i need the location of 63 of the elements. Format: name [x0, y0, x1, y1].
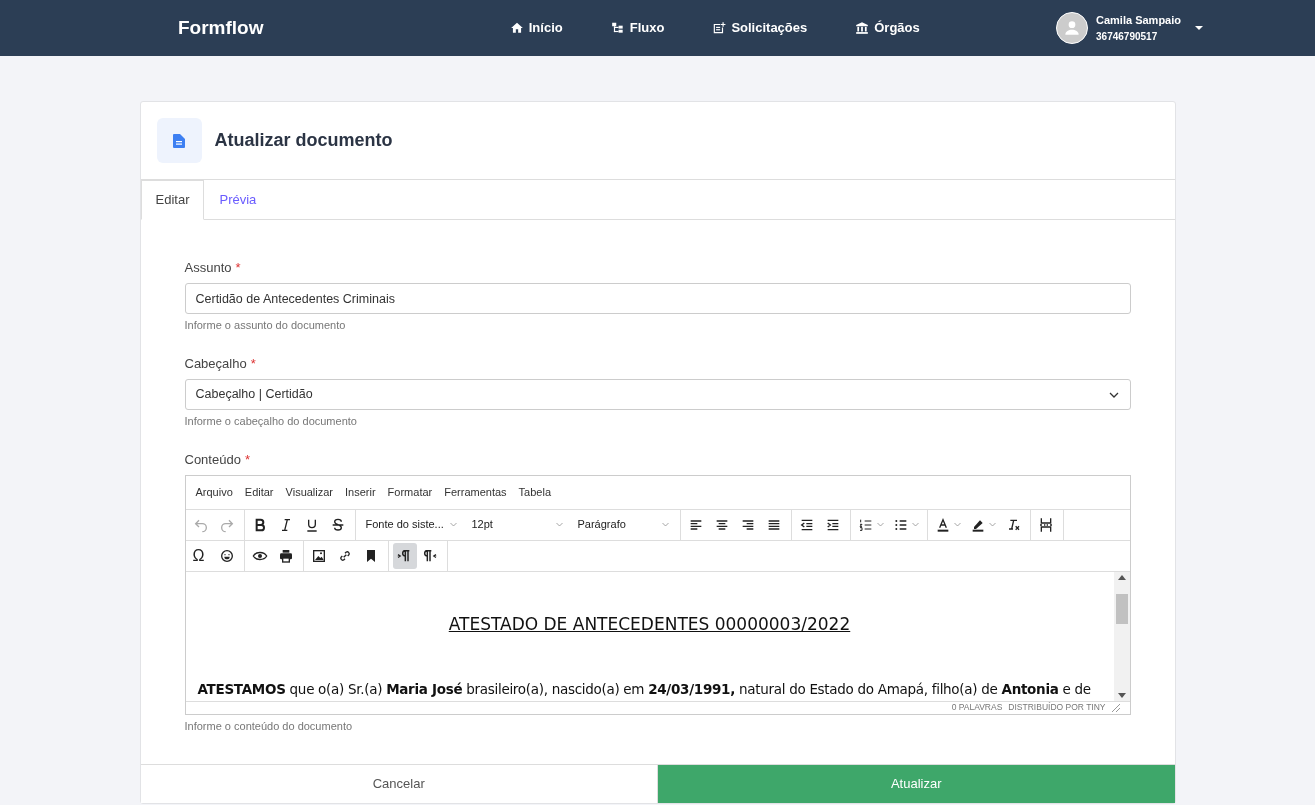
avatar-icon [1056, 12, 1088, 44]
dropdown-button[interactable]: Parágrafo [571, 511, 676, 538]
building-icon [855, 21, 870, 35]
tab[interactable]: Prévia [204, 180, 272, 220]
field-label: Cabeçalho [184, 354, 247, 373]
user-name: Camila Sampaio [1096, 13, 1181, 29]
required-mark: * [244, 450, 250, 469]
word-count: 0 PALAVRAS [951, 701, 1003, 714]
chevron-down-icon [910, 520, 920, 529]
nav-link[interactable]: Início [509, 18, 563, 38]
left-to-right-icon [395, 547, 412, 564]
page-title: Atualizar documento [214, 129, 393, 152]
chevron-down-icon [987, 520, 997, 529]
branding-link[interactable]: DISTRIBUÍDO POR TINY [1008, 701, 1106, 714]
text-field[interactable]: Certidão de Antecedentes Criminais [184, 283, 1131, 314]
menu-item[interactable]: Arquivo [195, 484, 233, 501]
field-label: Assunto [184, 258, 232, 277]
tab[interactable]: Editar [140, 180, 205, 220]
field-label: Conteúdo [184, 450, 241, 469]
menu-item[interactable]: Ferramentas [444, 484, 507, 501]
chevron-down-icon [952, 520, 962, 529]
document-icon [156, 118, 202, 163]
user-id: 36746790517 [1096, 29, 1159, 44]
nav-link[interactable]: Solicitações [712, 18, 808, 38]
menu-item[interactable]: Inserir [345, 484, 376, 501]
resize-handle-icon[interactable] [1111, 703, 1120, 712]
chevron-down-icon [554, 520, 564, 529]
smiley-icon [218, 547, 235, 564]
menu-item[interactable]: Formatar [387, 484, 433, 501]
required-mark: * [235, 258, 241, 277]
printer-icon [277, 547, 294, 564]
caret-icon [1195, 26, 1203, 30]
chevron-down-icon [875, 520, 885, 529]
required-mark: * [250, 354, 256, 373]
select-field[interactable]: Cabeçalho | Certidão [184, 379, 1131, 410]
dropdown-button[interactable]: 12pt [465, 511, 570, 538]
help-text: Informe o conteúdo do documento [184, 718, 354, 734]
menu-item[interactable]: Editar [244, 484, 274, 501]
cancel-button[interactable]: Cancelar [140, 765, 658, 803]
user-menu[interactable]: Camila Sampaio 36746790517 [1056, 12, 1203, 44]
document-paragraph: ATESTAMOS que o(a) Sr.(a) Maria José brasileiro(a), nascido(a) em 24/03/1991, natural do Estado do Amapá, filho(a) de Antonia e de [197, 680, 1092, 699]
scroll-down-icon[interactable] [1117, 692, 1126, 699]
dropdown-button[interactable]: Fonte do siste... [359, 511, 464, 538]
scroll-up-icon[interactable] [1117, 573, 1126, 580]
page-break-icon [1037, 516, 1054, 533]
help-text: Informe o assunto do documento [184, 318, 347, 333]
chevron-down-icon [660, 520, 670, 529]
hierarchy-icon [610, 21, 625, 35]
document-add-icon [712, 21, 727, 35]
menu-item[interactable]: Tabela [518, 484, 551, 501]
menu-item[interactable]: Visualizar [285, 484, 334, 501]
scrollbar-thumb[interactable] [1115, 593, 1128, 624]
nav-link[interactable]: Órgãos [855, 18, 920, 38]
chevron-down-icon [448, 520, 458, 529]
right-to-left-icon [421, 547, 438, 564]
toolbar-button[interactable] [392, 542, 417, 569]
image-icon [310, 547, 327, 564]
nav-link[interactable]: Fluxo [610, 18, 665, 38]
document-heading: ATESTADO DE ANTECEDENTES 00000003/2022 [447, 612, 852, 636]
help-text: Informe o cabeçalho do documento [184, 414, 358, 429]
toolbar-button[interactable]: Ω [189, 542, 214, 569]
brand-logo[interactable]: Formflow [178, 13, 264, 43]
home-icon [509, 21, 524, 35]
